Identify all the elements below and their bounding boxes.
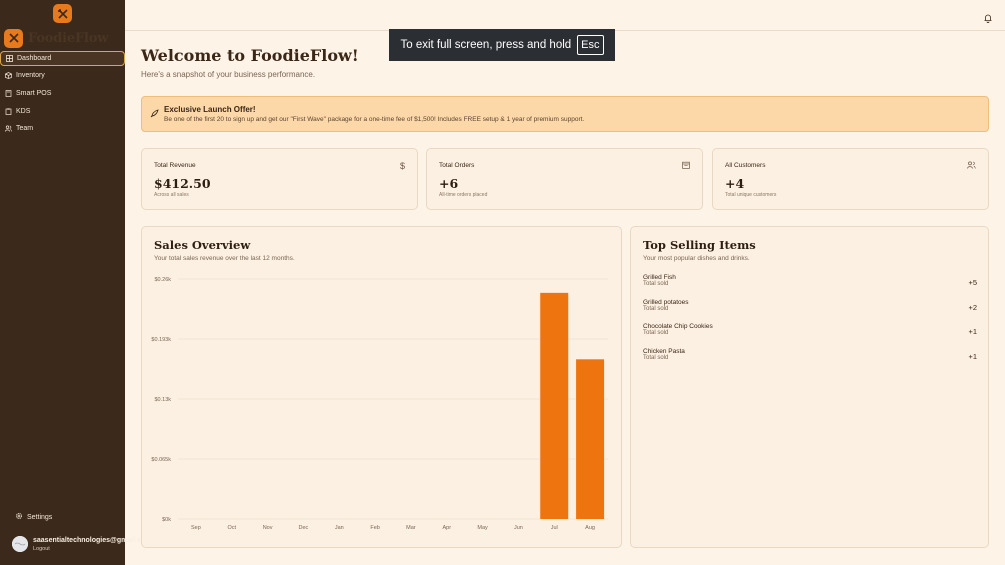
sidebar-item-label: Smart POS	[16, 89, 52, 97]
stat-label: Total Revenue	[154, 162, 196, 169]
dashboard-icon	[6, 55, 13, 62]
item-name: Grilled potatoes	[643, 298, 689, 306]
avatar	[12, 536, 28, 552]
panel-subtitle: Your most popular dishes and drinks.	[643, 255, 750, 262]
y-tick-label: $0.193k	[151, 337, 171, 343]
stat-sub: All-time orders placed	[439, 192, 488, 198]
page-title: Welcome to FoodieFlow!	[141, 46, 359, 65]
sidebar-item-label: Team	[16, 125, 34, 133]
fullscreen-notice: To exit full screen, press and hold Esc	[389, 29, 615, 61]
stat-card-revenue: Total Revenue $ $412.50 Across all sales	[141, 148, 418, 210]
sidebar-item-label: Inventory	[16, 72, 45, 80]
sales-chart: $0k $0.065k $0.13k $0.193k $0.26k Sep Oct Nov De…	[151, 277, 608, 531]
item-name: Chicken Pasta	[643, 347, 685, 355]
sidebar-item-label: KDS	[16, 107, 31, 115]
x-tick-label: Mar	[406, 525, 416, 531]
users-icon	[967, 161, 976, 171]
list-item: Grilled potatoes Total sold +2	[643, 299, 977, 324]
x-tick-label: May	[477, 525, 488, 531]
stat-sub: Total unique customers	[725, 192, 777, 198]
item-count: +1	[968, 351, 977, 361]
brand-name: FoodieFlow	[28, 30, 109, 46]
sidebar-item-kds[interactable]: KDS	[0, 103, 125, 119]
dollar-icon: $	[399, 161, 405, 171]
bar-aug[interactable]	[576, 359, 605, 519]
y-tick-label: $0.13k	[154, 397, 171, 403]
x-tick-label: Apr	[442, 525, 451, 531]
stat-value: +6	[439, 176, 459, 191]
item-sub: Total sold	[643, 354, 669, 361]
item-name: Grilled Fish	[643, 274, 676, 281]
users-icon	[5, 125, 12, 132]
sidebar-item-label: Dashboard	[17, 55, 52, 62]
bell-icon[interactable]	[984, 10, 992, 28]
sidebar-item-smart-pos[interactable]: Smart POS	[0, 85, 125, 101]
calculator-icon	[5, 90, 12, 97]
item-name: Chocolate Chip Cookies	[643, 323, 713, 331]
item-sub: Total sold	[643, 330, 669, 337]
sidebar-item-team[interactable]: Team	[0, 121, 125, 137]
y-tick-label: $0k	[162, 517, 171, 523]
stat-card-customers: All Customers +4 Total unique customers	[712, 148, 989, 210]
stat-value: +4	[725, 176, 745, 191]
settings-label: Settings	[27, 513, 53, 521]
x-tick-label: Jan	[335, 525, 344, 531]
x-tick-label: Jul	[551, 525, 558, 531]
bar-jul[interactable]	[540, 292, 569, 519]
promo-title: Exclusive Launch Offer!	[164, 105, 256, 114]
promo-banner: Exclusive Launch Offer! Be one of the fi…	[141, 96, 989, 132]
list-item: Chocolate Chip Cookies Total sold +1	[643, 323, 977, 348]
sales-overview-panel: Sales Overview Your total sales revenue …	[141, 226, 622, 548]
top-bar	[125, 0, 1005, 31]
clipboard-icon	[5, 107, 12, 115]
stat-label: All Customers	[725, 162, 766, 169]
x-tick-label: Jun	[514, 525, 523, 531]
top-selling-panel: Top Selling Items Your most popular dish…	[630, 226, 989, 548]
gear-icon	[15, 512, 23, 522]
x-tick-label: Dec	[299, 525, 309, 531]
settings-link[interactable]: Settings	[15, 512, 52, 522]
y-tick-label: $0.065k	[151, 457, 171, 463]
box-icon	[5, 72, 12, 80]
stat-card-orders: Total Orders +6 All-time orders placed	[426, 148, 703, 210]
calendar-icon	[682, 161, 690, 171]
item-sub: Total sold	[643, 305, 669, 312]
user-profile[interactable]: saasentialtechnologies@gmail.com Logout	[12, 536, 151, 552]
stat-label: Total Orders	[439, 162, 475, 169]
x-tick-label: Feb	[370, 525, 379, 531]
esc-key: Esc	[577, 35, 604, 55]
x-tick-label: Aug	[585, 525, 595, 531]
item-count: +5	[968, 278, 977, 287]
top-selling-list: Grilled Fish Total sold +5 Grilled potat…	[643, 274, 977, 372]
x-tick-label: Nov	[263, 525, 273, 531]
list-item: Chicken Pasta Total sold +1	[643, 348, 977, 373]
rocket-icon	[150, 105, 159, 123]
x-tick-label: Oct	[227, 525, 236, 531]
promo-text: Be one of the first 20 to sign up and ge…	[164, 116, 585, 123]
stat-sub: Across all sales	[154, 192, 189, 198]
sidebar-item-dashboard[interactable]: Dashboard	[0, 51, 125, 66]
sidebar-item-inventory[interactable]: Inventory	[0, 68, 125, 84]
logout-link[interactable]: Logout	[33, 546, 151, 552]
stat-value: $412.50	[154, 176, 211, 191]
y-tick-label: $0.26k	[154, 277, 171, 283]
brand-logo-icon	[4, 28, 23, 48]
x-tick-label: Sep	[191, 525, 201, 531]
page-subtitle: Here's a snapshot of your business perfo…	[141, 70, 316, 79]
item-count: +1	[968, 327, 977, 337]
brand[interactable]: FoodieFlow	[4, 28, 108, 48]
sidebar: FoodieFlow Dashboard Inventory Smart POS…	[0, 0, 151, 565]
user-email: saasentialtechnologies@gmail.com	[33, 536, 152, 544]
item-sub: Total sold	[643, 281, 669, 287]
sidebar-nav: Dashboard Inventory Smart POS KDS Team	[0, 51, 125, 138]
brand-logo-icon[interactable]	[53, 4, 72, 23]
list-item: Grilled Fish Total sold +5	[643, 274, 977, 299]
item-count: +2	[968, 302, 977, 312]
panel-title: Top Selling Items	[643, 238, 756, 252]
fullscreen-notice-text: To exit full screen, press and hold	[400, 39, 572, 51]
